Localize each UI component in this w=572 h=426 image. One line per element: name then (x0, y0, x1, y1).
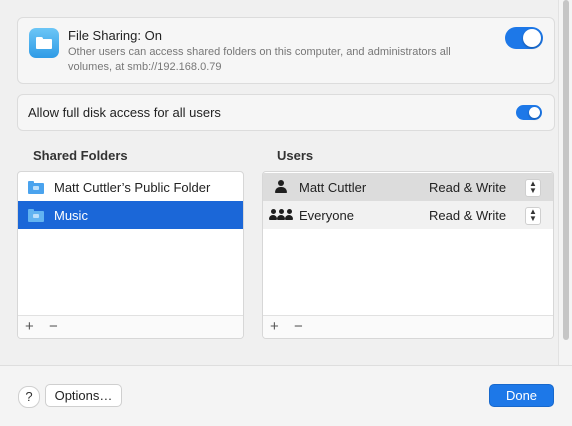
help-button[interactable]: ? (18, 386, 40, 408)
scroll-thumb[interactable] (563, 0, 569, 340)
person-icon (275, 180, 287, 193)
full-disk-access-toggle[interactable] (516, 105, 542, 120)
shared-folder-item[interactable]: Matt Cuttler’s Public Folder (18, 173, 243, 201)
settings-content: File Sharing: On Other users can access … (0, 0, 558, 365)
permission-popup-icon[interactable]: ▲ ▼ (525, 179, 541, 197)
file-sharing-subtitle: Other users can access shared folders on… (68, 46, 451, 73)
full-disk-access-label: Allow full disk access for all users (28, 105, 221, 120)
toggle-knob (523, 29, 541, 47)
users-heading: Users (277, 148, 314, 163)
users-list: Matt Cuttler Read & Write ▲ ▼ Everyone Re… (262, 171, 554, 339)
user-row[interactable]: Matt Cuttler Read & Write ▲ ▼ (263, 173, 553, 201)
options-button[interactable]: Options… (45, 384, 122, 407)
done-button[interactable]: Done (489, 384, 554, 407)
shared-folders-toolbar: + − (18, 315, 243, 338)
shared-folder-label: Music (54, 208, 88, 223)
file-sharing-folder-icon (29, 28, 59, 58)
user-name: Matt Cuttler (299, 180, 367, 195)
folder-icon (28, 181, 44, 194)
group-icon (269, 209, 293, 221)
remove-folder-button[interactable]: − (49, 318, 58, 335)
remove-user-button[interactable]: − (294, 318, 303, 335)
shared-folder-item-selected[interactable]: Music (18, 201, 243, 229)
add-user-button[interactable]: + (270, 318, 279, 335)
file-sharing-card: File Sharing: On Other users can access … (17, 17, 555, 84)
folder-icon (28, 209, 44, 222)
scrollbar[interactable] (558, 0, 572, 365)
toggle-knob (529, 107, 540, 118)
file-sharing-toggle[interactable] (505, 27, 543, 49)
permission-value[interactable]: Read & Write (429, 208, 506, 223)
users-toolbar: + − (263, 315, 553, 338)
shared-folders-list: Matt Cuttler’s Public Folder Music + − (17, 171, 244, 339)
full-disk-access-card: Allow full disk access for all users (17, 94, 555, 131)
file-sharing-title: File Sharing: On (68, 28, 162, 43)
add-folder-button[interactable]: + (25, 318, 34, 335)
permission-value[interactable]: Read & Write (429, 180, 506, 195)
user-row[interactable]: Everyone Read & Write ▲ ▼ (263, 201, 553, 229)
permission-popup-icon[interactable]: ▲ ▼ (525, 207, 541, 225)
shared-folder-label: Matt Cuttler’s Public Folder (54, 180, 211, 195)
user-name: Everyone (299, 208, 354, 223)
shared-folders-heading: Shared Folders (33, 148, 128, 163)
